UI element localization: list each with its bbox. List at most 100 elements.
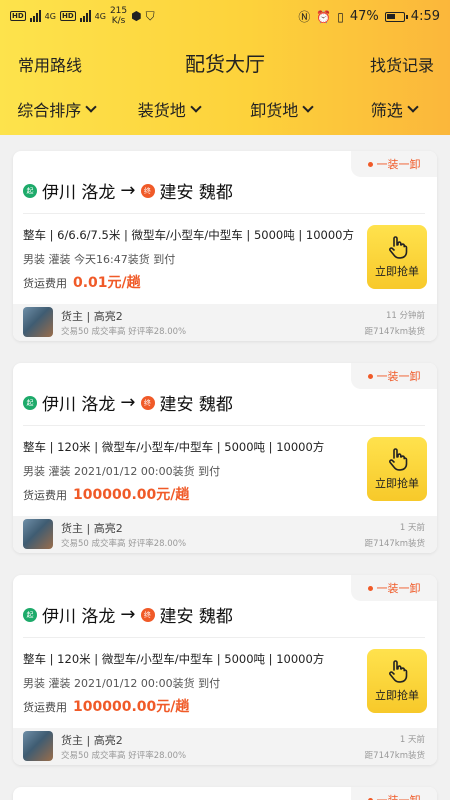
owner-name: 货主 | 高亮2 — [61, 522, 123, 535]
filter-loading-label: 装货地 — [137, 101, 186, 120]
card-footer: 货主 | 高亮2 交易50 成交率高 好评率28.00% 1 天前 距7147k… — [13, 516, 437, 553]
vehicle-spec: 整车 | 120米 | 微型车/小型车/中型车 | 5000吨 | 10000方 — [23, 440, 325, 454]
vehicle-spec: 整车 | 120米 | 微型车/小型车/中型车 | 5000吨 | 10000方 — [23, 652, 325, 666]
grab-order-button[interactable]: 立即抢单 — [367, 225, 427, 289]
hd-badge-1: HD — [10, 11, 26, 21]
filter-unloading-label: 卸货地 — [250, 101, 299, 120]
card-footer: 货主 | 高亮2 交易50 成交率高 好评率28.00% 11 分钟前 距714… — [13, 304, 437, 341]
status-left: HD 4G HD 4G 215 K/s ⬢ ⛉ — [10, 6, 155, 26]
dot-icon — [367, 585, 373, 591]
cargo-meta: 男装 灌装 2021/01/12 00:00装货 到付 — [23, 465, 221, 478]
nfc-icon: Ⓝ — [298, 10, 311, 24]
app-header: HD 4G HD 4G 215 K/s ⬢ ⛉ Ⓝ ⏰ ▯ 47% 4:59 常用… — [0, 0, 450, 135]
freight-fee: 货运费用 100000.00元/趟 — [23, 696, 189, 716]
cargo-card[interactable]: 一装一卸 起 伊川 洛龙 → 终 建安 魏都 整车 | 6/6.6/7.5米 |… — [13, 151, 437, 341]
fee-value: 100000.00元/趟 — [73, 487, 190, 503]
grab-order-button[interactable]: 立即抢单 — [367, 649, 427, 713]
route-from: 伊川 洛龙 — [42, 183, 116, 203]
divider — [23, 637, 425, 638]
freight-fee: 货运费用 100000.00元/趟 — [23, 484, 189, 504]
route-to: 建安 魏都 — [159, 183, 233, 203]
fee-value: 0.01元/趟 — [73, 275, 141, 291]
alarm-icon: ⏰ — [316, 9, 332, 24]
arrow-right-icon: → — [120, 604, 136, 625]
owner-name: 货主 | 高亮2 — [61, 310, 123, 323]
grab-order-label: 立即抢单 — [375, 477, 419, 490]
load-type-tag: 一装一卸 — [351, 151, 437, 177]
cargo-list[interactable]: 一装一卸 起 伊川 洛龙 → 终 建安 魏都 整车 | 6/6.6/7.5米 |… — [0, 135, 450, 800]
owner-stats: 交易50 成交率高 好评率28.00% — [61, 539, 187, 549]
distance: 距7147km装货 — [364, 327, 425, 337]
status-right: Ⓝ ⏰ ▯ 47% 4:59 — [298, 8, 440, 25]
shield-icon: ⛉ — [145, 8, 155, 23]
chevron-down-icon — [190, 100, 202, 113]
route: 起 伊川 洛龙 → 终 建安 魏都 — [23, 178, 233, 203]
filter-bar: 综合排序 装货地 卸货地 筛选 — [0, 92, 450, 126]
filter-sort-label: 综合排序 — [17, 101, 82, 120]
net-speed: 215 K/s — [110, 6, 127, 26]
load-type-label: 一装一卸 — [376, 158, 421, 171]
avatar — [23, 307, 53, 337]
load-type-tag: 一装一卸 — [351, 363, 437, 389]
cargo-card[interactable]: 一装一卸 — [13, 787, 437, 800]
load-type-label: 一装一卸 — [377, 792, 421, 800]
arrow-right-icon: → — [120, 392, 136, 413]
cargo-card[interactable]: 一装一卸 起 伊川 洛龙 → 终 建安 魏都 整车 | 120米 | 微型车/小… — [13, 575, 437, 765]
chevron-down-icon — [407, 100, 419, 113]
distance: 距7147km装货 — [364, 539, 425, 549]
hand-tap-icon — [389, 448, 408, 471]
battery-icon — [384, 11, 408, 22]
end-badge: 终 — [140, 395, 155, 410]
load-type-label: 一装一卸 — [376, 370, 421, 383]
chevron-down-icon — [302, 100, 314, 113]
posted-time: 1 天前 — [399, 523, 425, 533]
status-bar: HD 4G HD 4G 215 K/s ⬢ ⛉ Ⓝ ⏰ ▯ 47% 4:59 — [0, 0, 450, 34]
signal-icon — [29, 10, 41, 22]
cargo-meta: 男装 灌装 2021/01/12 00:00装货 到付 — [23, 677, 221, 690]
cargo-history-link[interactable]: 找货记录 — [370, 52, 434, 76]
fee-label: 货运费用 — [23, 489, 67, 502]
arrow-right-icon: → — [120, 180, 136, 201]
route-to: 建安 魏都 — [159, 395, 233, 415]
hand-tap-icon — [389, 236, 408, 259]
chevron-down-icon — [85, 100, 97, 113]
route-to: 建安 魏都 — [159, 607, 233, 627]
filter-loading-place[interactable]: 装货地 — [113, 92, 226, 126]
end-badge: 终 — [140, 183, 155, 198]
grab-order-button[interactable]: 立即抢单 — [367, 437, 427, 501]
common-routes-link[interactable]: 常用路线 — [18, 52, 82, 76]
title-bar: 常用路线 配货大厅 找货记录 — [0, 44, 450, 78]
divider — [23, 213, 425, 214]
start-badge: 起 — [23, 395, 37, 410]
filter-unloading-place[interactable]: 卸货地 — [225, 92, 338, 126]
clock: 4:59 — [410, 9, 440, 24]
end-badge: 终 — [140, 607, 155, 622]
dot-icon — [367, 373, 373, 379]
filter-sort[interactable]: 综合排序 — [0, 92, 113, 126]
load-type-tag: 一装一卸 — [351, 787, 437, 800]
fee-label: 货运费用 — [23, 277, 67, 290]
avatar — [23, 731, 53, 761]
dot-icon — [367, 161, 373, 167]
load-type-label: 一装一卸 — [376, 582, 421, 595]
owner-stats: 交易50 成交率高 好评率28.00% — [61, 327, 187, 337]
notification-icon: ⬢ — [131, 9, 142, 23]
load-type-tag: 一装一卸 — [351, 575, 437, 601]
route-from: 伊川 洛龙 — [42, 607, 116, 627]
route-from: 伊川 洛龙 — [42, 395, 116, 415]
filter-screen[interactable]: 筛选 — [338, 92, 450, 126]
start-badge: 起 — [23, 607, 37, 622]
net-type-2: 4G — [94, 11, 106, 21]
route: 起 伊川 洛龙 → 终 建安 魏都 — [23, 602, 233, 627]
distance: 距7147km装货 — [364, 751, 425, 761]
cargo-meta: 男装 灌装 今天16:47装货 到付 — [23, 253, 176, 266]
cargo-card[interactable]: 一装一卸 起 伊川 洛龙 → 终 建安 魏都 整车 | 120米 | 微型车/小… — [13, 363, 437, 553]
signal-icon-2 — [79, 10, 91, 22]
posted-time: 11 分钟前 — [385, 311, 425, 321]
filter-screen-label: 筛选 — [370, 101, 403, 120]
vehicle-spec: 整车 | 6/6.6/7.5米 | 微型车/小型车/中型车 | 5000吨 | … — [23, 228, 354, 242]
avatar — [23, 519, 53, 549]
freight-fee: 货运费用 0.01元/趟 — [23, 272, 141, 292]
route: 起 伊川 洛龙 → 终 建安 魏都 — [23, 390, 233, 415]
owner-stats: 交易50 成交率高 好评率28.00% — [61, 751, 187, 761]
